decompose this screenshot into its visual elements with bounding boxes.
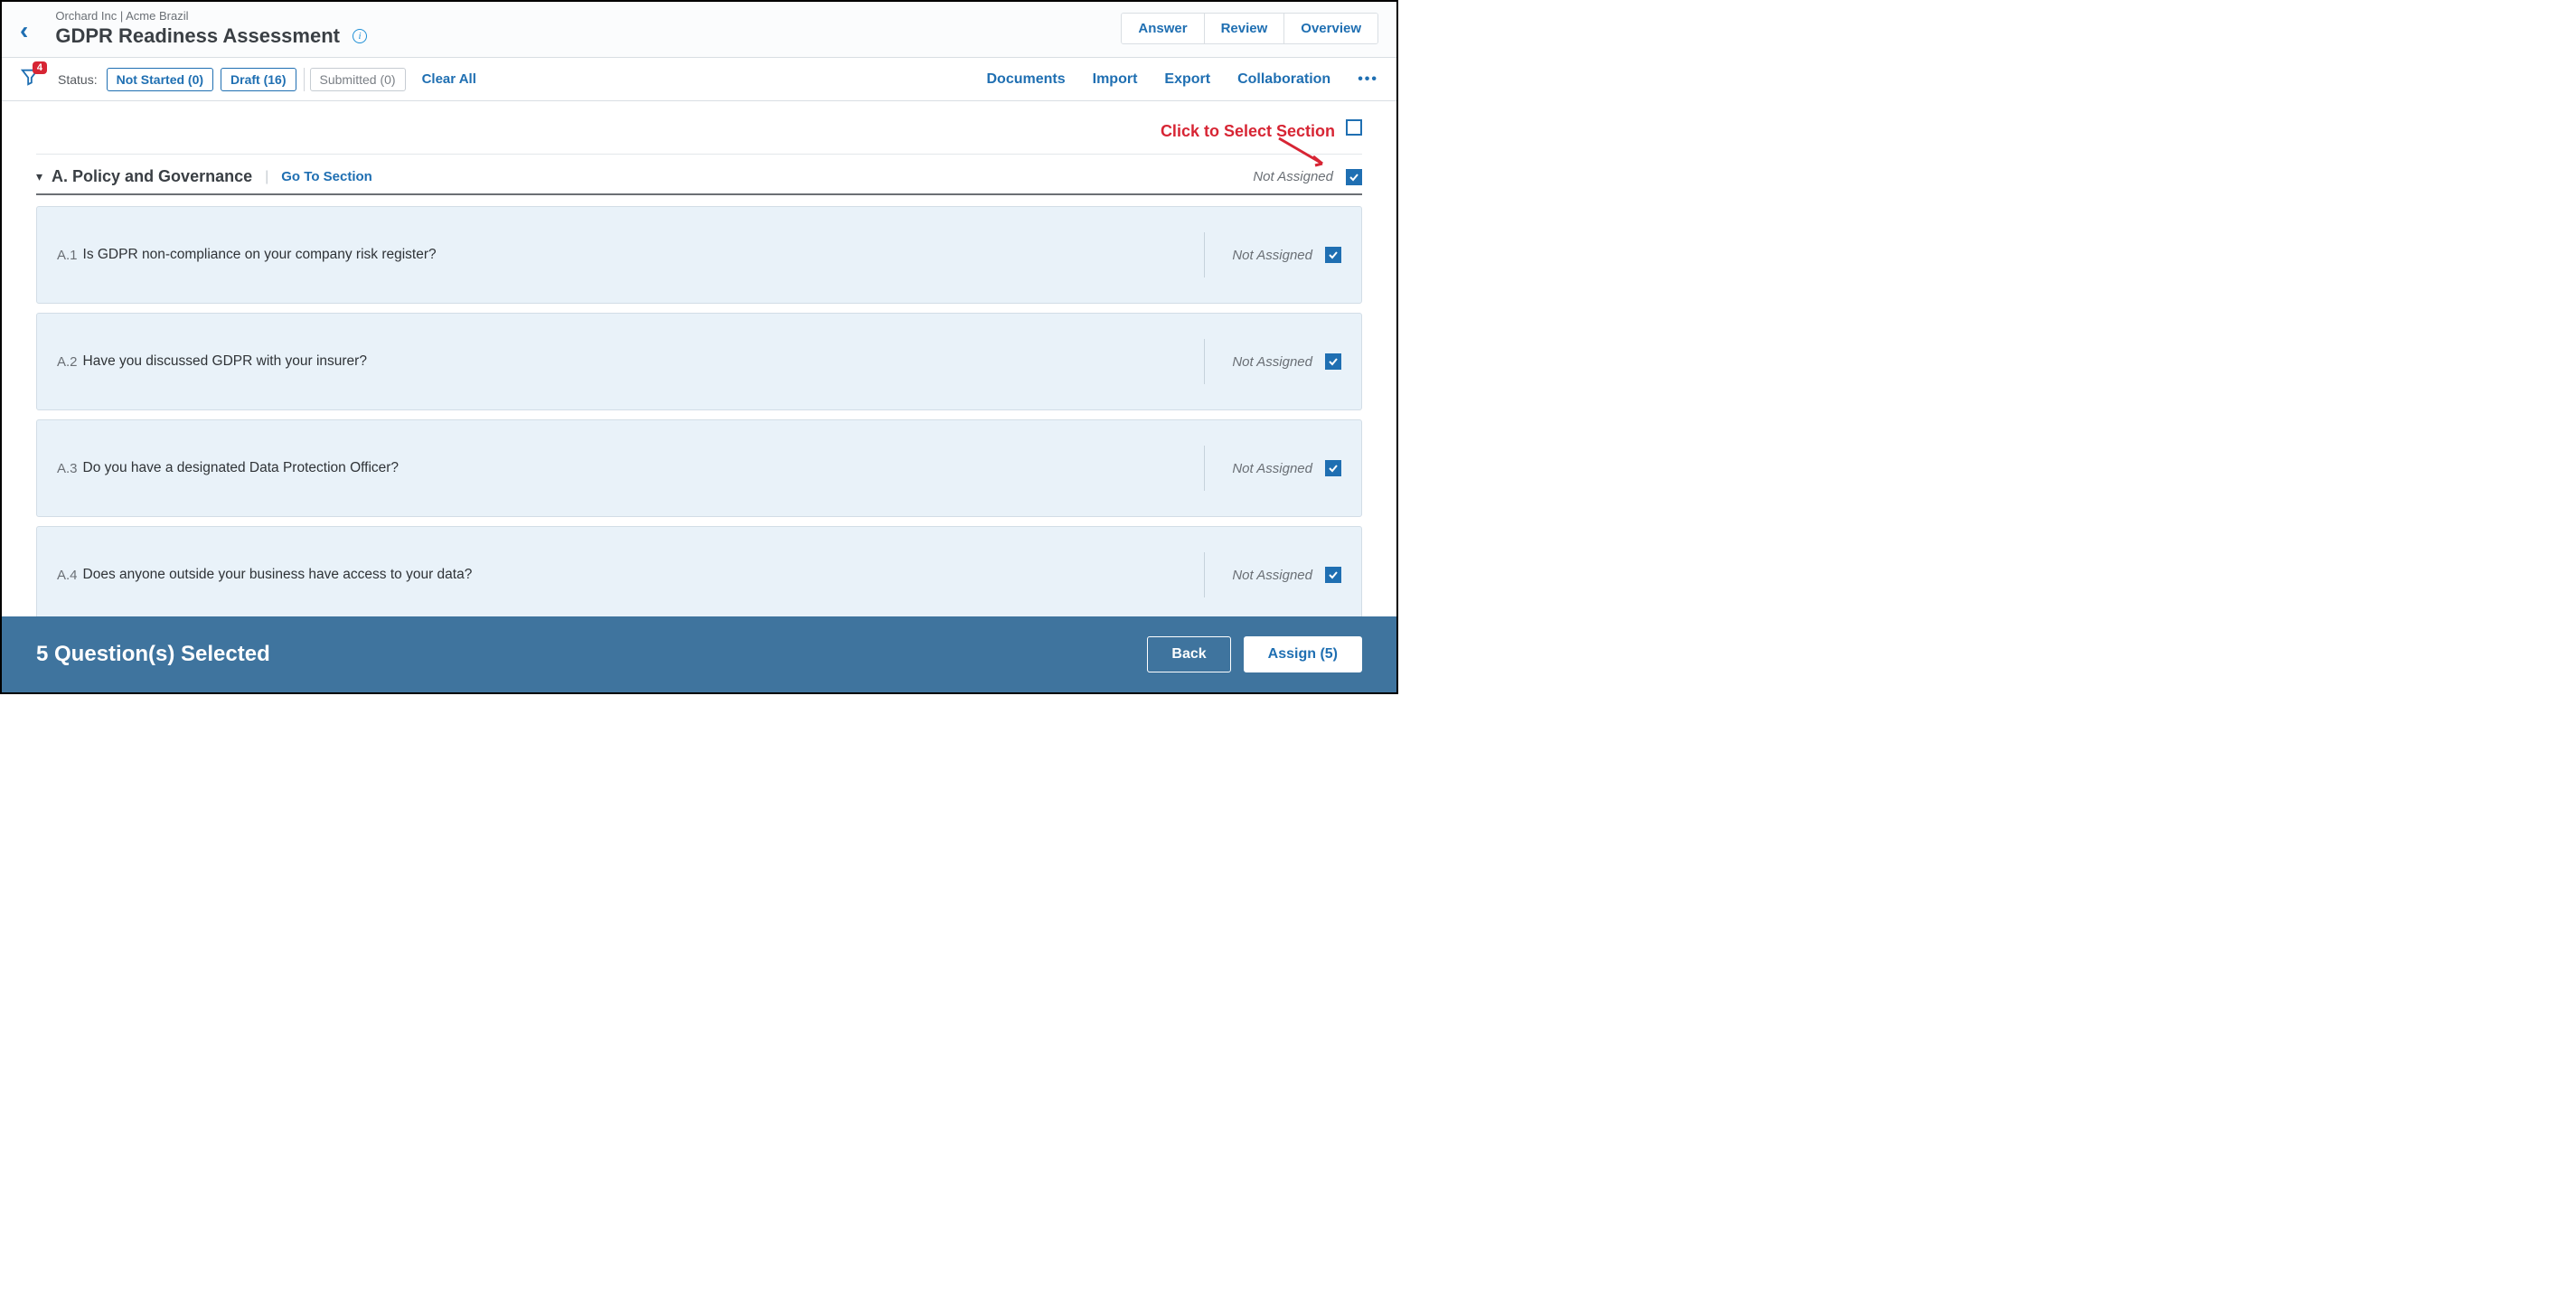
annotation-callout: Click to Select Section — [1161, 122, 1335, 141]
question-assigned-label: Not Assigned — [1232, 461, 1312, 476]
link-collaboration[interactable]: Collaboration — [1237, 71, 1330, 88]
title-group: Orchard Inc | Acme Brazil GDPR Readiness… — [55, 9, 1121, 48]
back-button[interactable]: Back — [1147, 636, 1230, 672]
right-links: Documents Import Export Collaboration ••… — [987, 71, 1379, 88]
question-checkbox[interactable] — [1325, 460, 1341, 476]
question-row[interactable]: A.2 Have you discussed GDPR with your ins… — [36, 313, 1362, 410]
question-row[interactable]: A.3 Do you have a designated Data Protect… — [36, 419, 1362, 517]
question-checkbox[interactable] — [1325, 353, 1341, 370]
question-number: A.3 — [57, 461, 78, 476]
question-row[interactable]: A.1 Is GDPR non-compliance on your compan… — [36, 206, 1362, 304]
question-number: A.4 — [57, 568, 78, 583]
info-icon[interactable]: i — [353, 29, 367, 43]
page-title: GDPR Readiness Assessment — [55, 24, 340, 48]
tab-overview[interactable]: Overview — [1284, 14, 1377, 43]
question-number: A.2 — [57, 354, 78, 370]
divider — [1204, 339, 1205, 384]
chevron-down-icon[interactable]: ▾ — [36, 169, 42, 184]
goto-section-link[interactable]: Go To Section — [281, 169, 372, 184]
question-number: A.1 — [57, 248, 78, 263]
header: ‹ Orchard Inc | Acme Brazil GDPR Readine… — [2, 2, 1396, 58]
link-import[interactable]: Import — [1093, 71, 1138, 88]
question-assigned-label: Not Assigned — [1232, 568, 1312, 583]
footer-bar: 5 Question(s) Selected Back Assign (5) — [2, 616, 1396, 692]
question-assigned-label: Not Assigned — [1232, 354, 1312, 370]
filter-badge: 4 — [33, 61, 47, 74]
filter-bar: 4 Status: Not Started (0) Draft (16) Sub… — [2, 58, 1396, 101]
section-checkbox[interactable] — [1346, 169, 1362, 185]
link-documents[interactable]: Documents — [987, 71, 1066, 88]
select-all-checkbox[interactable] — [1346, 119, 1362, 136]
header-tabs: Answer Review Overview — [1121, 13, 1378, 44]
divider — [1204, 552, 1205, 597]
question-checkbox[interactable] — [1325, 567, 1341, 583]
clear-all-link[interactable]: Clear All — [422, 71, 476, 87]
question-row[interactable]: A.4 Does anyone outside your business hav… — [36, 526, 1362, 624]
chip-submitted[interactable]: Submitted (0) — [310, 68, 406, 91]
link-export[interactable]: Export — [1164, 71, 1210, 88]
top-row: Click to Select Section — [36, 119, 1362, 155]
tab-answer[interactable]: Answer — [1122, 14, 1204, 43]
assign-button[interactable]: Assign (5) — [1244, 636, 1362, 672]
content: Click to Select Section ▾ A. Policy and … — [2, 101, 1396, 638]
question-text: Do you have a designated Data Protection… — [83, 460, 400, 476]
question-text: Is GDPR non-compliance on your company r… — [83, 247, 437, 263]
status-label: Status: — [58, 72, 98, 87]
chip-not-started[interactable]: Not Started (0) — [107, 68, 213, 91]
question-text: Does anyone outside your business have a… — [83, 567, 473, 583]
divider — [304, 68, 305, 91]
question-assigned-label: Not Assigned — [1232, 248, 1312, 263]
question-checkbox[interactable] — [1325, 247, 1341, 263]
section-title: A. Policy and Governance — [52, 167, 252, 186]
arrow-icon — [1277, 136, 1331, 173]
question-text: Have you discussed GDPR with your insure… — [83, 353, 367, 370]
section-header: ▾ A. Policy and Governance | Go To Secti… — [36, 155, 1362, 195]
separator: | — [265, 169, 268, 185]
divider — [1204, 446, 1205, 491]
filter-icon[interactable]: 4 — [20, 67, 40, 91]
back-arrow-icon[interactable]: ‹ — [20, 18, 28, 43]
divider — [1204, 232, 1205, 277]
tab-review[interactable]: Review — [1205, 14, 1285, 43]
breadcrumb: Orchard Inc | Acme Brazil — [55, 9, 1121, 23]
selection-count: 5 Question(s) Selected — [36, 642, 270, 667]
chip-draft[interactable]: Draft (16) — [221, 68, 296, 91]
